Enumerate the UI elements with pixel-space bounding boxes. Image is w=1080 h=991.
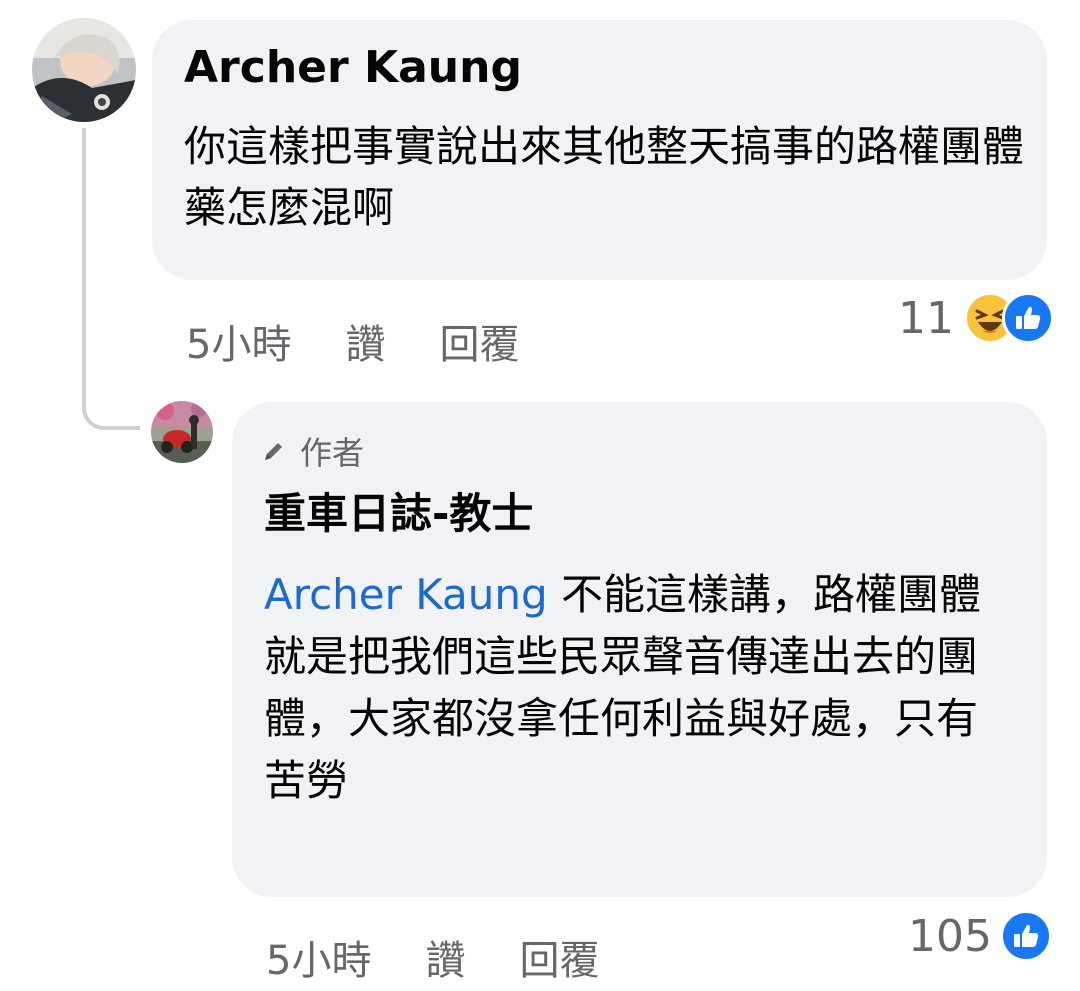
reaction-summary[interactable]: 105 bbox=[908, 910, 1052, 962]
reaction-summary[interactable]: 11 bbox=[898, 292, 1054, 344]
reply-button[interactable]: 回覆 bbox=[439, 312, 519, 370]
comment-bubble: 作者 重車日誌-教士 Archer Kaung 不能這樣講，路權團體就是把我們這… bbox=[232, 402, 1047, 897]
like-button[interactable]: 讚 bbox=[345, 312, 385, 370]
author-badge-label: 作者 bbox=[300, 434, 365, 472]
reply-button[interactable]: 回覆 bbox=[519, 928, 599, 986]
timestamp[interactable]: 5小時 bbox=[186, 312, 291, 370]
like-icon bbox=[1002, 292, 1054, 344]
avatar[interactable] bbox=[32, 18, 136, 122]
mention-link[interactable]: Archer Kaung bbox=[264, 570, 548, 619]
pencil-icon bbox=[265, 443, 282, 460]
comment-text: Archer Kaung 不能這樣講，路權團體就是把我們這些民眾聲音傳達出去的團… bbox=[264, 564, 994, 812]
comment-bubble: Archer Kaung 你這樣把事實說出來其他整天搞事的路權團體藥怎麼混啊 bbox=[152, 20, 1047, 280]
reaction-count: 105 bbox=[908, 910, 992, 962]
reaction-count: 11 bbox=[898, 292, 954, 344]
avatar[interactable] bbox=[151, 401, 213, 463]
like-icon bbox=[999, 910, 1052, 962]
comment-text: 你這樣把事實說出來其他整天搞事的路權團體藥怎麼混啊 bbox=[184, 122, 1025, 232]
like-button[interactable]: 讚 bbox=[425, 928, 465, 986]
comment-author[interactable]: 重車日誌-教士 bbox=[264, 486, 533, 542]
comment-author[interactable]: Archer Kaung bbox=[184, 40, 522, 96]
author-badge: 作者 bbox=[262, 428, 364, 474]
thread-connector bbox=[82, 128, 140, 430]
timestamp[interactable]: 5小時 bbox=[266, 928, 371, 986]
comment-actions: 5小時 讚 回覆 bbox=[186, 312, 519, 370]
comment-actions: 5小時 讚 回覆 bbox=[266, 928, 599, 986]
